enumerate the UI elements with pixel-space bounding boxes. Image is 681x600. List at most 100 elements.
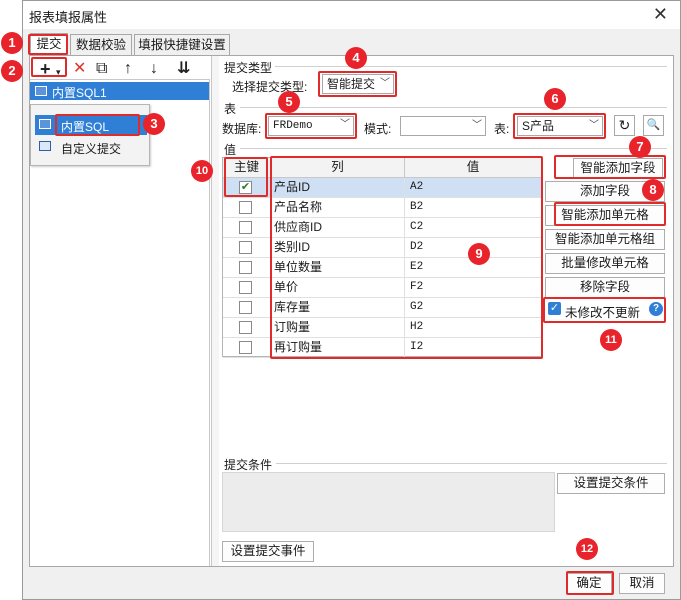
ok-button[interactable]: 确定: [566, 573, 612, 594]
table-row[interactable]: 订购量 H2: [223, 318, 541, 338]
table-row[interactable]: 库存量 G2: [223, 298, 541, 318]
condition-area: [222, 472, 555, 532]
preview-button[interactable]: 🔍: [643, 115, 664, 136]
primary-key-checkbox[interactable]: ✔: [239, 181, 252, 194]
no-update-unmodified-checkbox[interactable]: ✓: [548, 302, 561, 315]
primary-key-checkbox[interactable]: [239, 261, 252, 274]
tab-shortcut-settings[interactable]: 填报快捷键设置: [134, 34, 230, 55]
table-row[interactable]: 类别ID D2: [223, 238, 541, 258]
schema-label: 模式:: [364, 122, 392, 136]
primary-key-checkbox[interactable]: [239, 321, 252, 334]
list-item-builtin-sql1[interactable]: 内置SQL1: [30, 82, 209, 100]
table-row[interactable]: 产品名称 B2: [223, 198, 541, 218]
copy-icon[interactable]: ⧉: [96, 60, 107, 78]
custom-submit-icon: [39, 141, 51, 151]
column-cell: 单价: [271, 278, 405, 298]
field-grid: 主键 列 值 ✔ 产品ID A2 产品名称 B2 供应商ID C2 类别ID D…: [222, 157, 542, 358]
callout-badge: 4: [345, 47, 367, 69]
column-cell: 供应商ID: [271, 218, 405, 238]
callout-badge: 11: [600, 329, 622, 351]
primary-key-checkbox[interactable]: [239, 281, 252, 294]
value-cell[interactable]: H2: [405, 318, 541, 338]
primary-key-checkbox[interactable]: [239, 301, 252, 314]
column-header-column[interactable]: 列: [271, 158, 405, 178]
column-cell: 产品ID: [271, 178, 405, 198]
submit-type-select[interactable]: 智能提交 ﹀: [322, 74, 394, 94]
value-cell[interactable]: G2: [405, 298, 541, 318]
cancel-button[interactable]: 取消: [619, 573, 665, 594]
table-row[interactable]: ✔ 产品ID A2: [223, 178, 541, 198]
menu-item-builtin-sql[interactable]: 内置SQL: [35, 115, 147, 135]
value-cell[interactable]: A2: [405, 178, 541, 198]
schema-select[interactable]: ﹀: [400, 116, 486, 136]
column-cell: 产品名称: [271, 198, 405, 218]
refresh-icon: ↻: [618, 117, 631, 133]
callout-badge: 8: [642, 179, 664, 201]
database-select[interactable]: FRDemo ﹀: [268, 116, 354, 136]
primary-key-checkbox[interactable]: [239, 241, 252, 254]
table-row[interactable]: 单位数量 E2: [223, 258, 541, 278]
refresh-button[interactable]: ↻: [614, 115, 635, 136]
divider: [240, 148, 667, 149]
value-cell[interactable]: B2: [405, 198, 541, 218]
column-cell: 类别ID: [271, 238, 405, 258]
column-header-key[interactable]: 主键: [223, 158, 271, 178]
splitter[interactable]: [211, 56, 219, 566]
close-icon[interactable]: ✕: [653, 4, 668, 24]
value-cell[interactable]: F2: [405, 278, 541, 298]
callout-badge: 2: [1, 60, 23, 82]
divider: [275, 66, 667, 67]
no-update-unmodified-label: 未修改不更新: [565, 306, 641, 320]
smart-add-cell-group-button[interactable]: 智能添加单元格组: [545, 229, 665, 250]
chevron-down-icon: ﹀: [340, 120, 350, 131]
divider: [276, 463, 667, 464]
primary-key-checkbox[interactable]: [239, 221, 252, 234]
list-item-label: 内置SQL1: [52, 86, 107, 100]
callout-badge: 3: [143, 113, 165, 135]
callout-badge: 9: [468, 243, 490, 265]
remove-field-button[interactable]: 移除字段: [545, 277, 665, 298]
value-cell[interactable]: C2: [405, 218, 541, 238]
callout-badge: 10: [191, 160, 213, 182]
database-label: 数据库:: [222, 122, 262, 136]
move-up-icon[interactable]: ↑: [124, 60, 132, 78]
column-cell: 库存量: [271, 298, 405, 318]
delete-icon[interactable]: ✕: [73, 60, 86, 78]
values-heading: 值: [224, 143, 237, 157]
callout-badge: 1: [1, 32, 23, 54]
sql-icon: [39, 119, 51, 129]
primary-key-checkbox[interactable]: [239, 201, 252, 214]
value-cell[interactable]: I2: [405, 338, 541, 358]
table-row[interactable]: 供应商ID C2: [223, 218, 541, 238]
preview-icon: 🔍: [646, 119, 661, 131]
divider: [240, 107, 667, 108]
menu-item-label: 内置SQL: [61, 120, 110, 134]
chevron-down-icon: ﹀: [589, 120, 599, 131]
menu-item-label: 自定义提交: [61, 142, 122, 156]
primary-key-checkbox[interactable]: [239, 341, 252, 354]
chevron-down-icon: ﹀: [472, 120, 482, 131]
add-icon[interactable]: +: [40, 60, 51, 78]
table-row[interactable]: 单价 F2: [223, 278, 541, 298]
condition-heading: 提交条件: [224, 458, 273, 472]
table-select[interactable]: S产品 ﹀: [517, 116, 603, 136]
help-icon[interactable]: ?: [649, 302, 663, 316]
submit-type-label: 选择提交类型:: [232, 80, 308, 94]
move-down-icon[interactable]: ↓: [150, 60, 158, 78]
table-row[interactable]: 再订购量 I2: [223, 338, 541, 358]
set-event-button[interactable]: 设置提交事件: [222, 541, 314, 562]
callout-badge: 5: [278, 91, 300, 113]
callout-badge: 7: [629, 136, 651, 158]
smart-add-field-button[interactable]: 智能添加字段: [573, 158, 663, 179]
sort-icon[interactable]: ⇊: [177, 60, 190, 78]
table-heading: 表: [224, 102, 237, 116]
menu-item-custom-submit[interactable]: 自定义提交: [35, 137, 147, 157]
batch-modify-cell-button[interactable]: 批量修改单元格: [545, 253, 665, 274]
column-header-value[interactable]: 值: [405, 158, 541, 178]
smart-add-cell-button[interactable]: 智能添加单元格: [545, 205, 665, 226]
set-condition-button[interactable]: 设置提交条件: [557, 473, 665, 494]
tab-data-validation[interactable]: 数据校验: [70, 34, 132, 55]
dialog-title: 报表填报属性: [29, 10, 108, 25]
callout-badge: 12: [576, 538, 598, 560]
tab-submit[interactable]: 提交: [30, 33, 68, 56]
